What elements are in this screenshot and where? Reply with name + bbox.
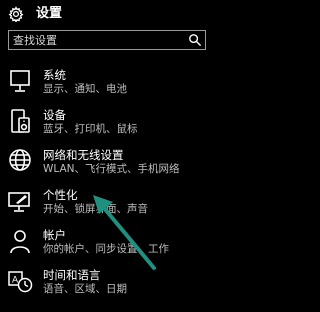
settings-item-time-language[interactable]: A 时间和语言 语音、区域、日期 <box>0 268 215 312</box>
item-description: 你的帐户、同步设置、工作 <box>43 243 169 255</box>
settings-item-accounts[interactable]: 帐户 你的帐户、同步设置、工作 <box>0 228 215 272</box>
settings-item-system[interactable]: 系统 显示、通知、电池 <box>0 68 215 112</box>
item-description: 显示、通知、电池 <box>43 83 127 95</box>
personalization-icon <box>8 192 30 212</box>
search-input[interactable] <box>13 32 183 48</box>
person-icon <box>10 230 30 254</box>
item-description: 语音、区域、日期 <box>43 283 127 295</box>
settings-item-personalization[interactable]: 个性化 开始、锁屏界面、声音 <box>0 188 215 232</box>
item-description: 开始、锁屏界面、声音 <box>43 203 148 215</box>
globe-icon <box>9 149 31 171</box>
time-language-icon: A <box>8 271 33 293</box>
page-title: 设置 <box>36 6 63 21</box>
item-description: 蓝牙、打印机、鼠标 <box>43 123 138 135</box>
settings-item-network[interactable]: 网络和无线设置 WLAN、飞行模式、手机网络 <box>0 148 215 192</box>
settings-item-devices[interactable]: 设备 蓝牙、打印机、鼠标 <box>0 108 215 152</box>
search-icon[interactable] <box>188 33 202 47</box>
monitor-icon <box>10 70 30 92</box>
item-label: 帐户 <box>43 228 66 242</box>
item-label: 设备 <box>43 108 66 122</box>
item-label: 系统 <box>43 68 66 82</box>
devices-icon <box>11 109 30 133</box>
item-label: 个性化 <box>43 188 78 202</box>
item-label: 网络和无线设置 <box>43 148 124 162</box>
item-label: 时间和语言 <box>43 268 101 282</box>
gear-icon <box>8 6 24 22</box>
header: 设置 <box>0 0 215 30</box>
search-box[interactable] <box>8 30 206 50</box>
item-description: WLAN、飞行模式、手机网络 <box>43 163 180 175</box>
